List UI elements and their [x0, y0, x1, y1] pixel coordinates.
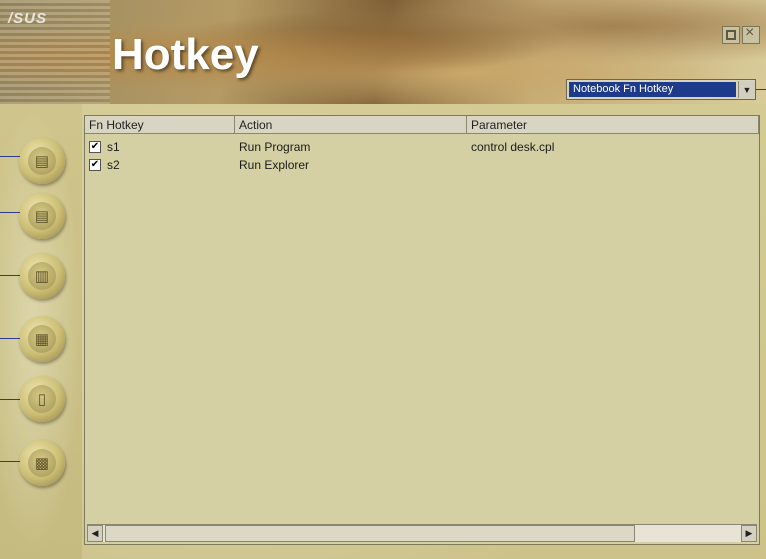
copy-hotkey-icon: ▥: [28, 262, 56, 290]
copy-hotkey-button[interactable]: ▥: [19, 253, 65, 299]
table-row[interactable]: ✔ s2 Run Explorer: [85, 156, 759, 174]
hotkey-list[interactable]: Fn Hotkey Action Parameter ✔ s1 Run Prog…: [84, 115, 760, 545]
hotkey-app-window: /SUS Hotkey Notebook Fn Hotkey ▼ ▤ ▤ ▥ ▦…: [0, 0, 766, 559]
dropdown-arrow-icon[interactable]: ▼: [738, 81, 755, 98]
close-button[interactable]: [742, 24, 760, 44]
display-button[interactable]: ▩: [19, 440, 65, 486]
row-checkbox[interactable]: ✔: [89, 141, 101, 153]
hotkey-mode-value: Notebook Fn Hotkey: [569, 82, 736, 97]
column-header-fn-hotkey[interactable]: Fn Hotkey: [85, 116, 235, 134]
device-icon: ▯: [28, 385, 56, 413]
hotkey-mode-select[interactable]: Notebook Fn Hotkey ▼: [566, 79, 756, 100]
callout-line: [0, 156, 20, 157]
parameter-cell: control desk.cpl: [471, 140, 555, 154]
minimize-button[interactable]: [722, 26, 740, 44]
row-checkbox[interactable]: ✔: [89, 159, 101, 171]
settings-icon: ▦: [28, 325, 56, 353]
callout-line: [0, 212, 20, 213]
scroll-right-icon[interactable]: ▶: [741, 525, 757, 542]
hotkey-cell: s1: [107, 140, 120, 154]
action-cell: Run Explorer: [239, 158, 310, 172]
scroll-thumb[interactable]: [105, 525, 635, 542]
edit-hotkey-icon: ▤: [28, 202, 56, 230]
add-hotkey-button[interactable]: ▤: [19, 138, 65, 184]
hotkey-cell: s2: [107, 158, 120, 172]
column-header-action[interactable]: Action: [235, 116, 467, 134]
horizontal-scrollbar[interactable]: ◀ ▶: [87, 524, 757, 542]
callout-line: [756, 89, 766, 90]
edit-hotkey-button[interactable]: ▤: [19, 193, 65, 239]
display-icon: ▩: [28, 449, 56, 477]
settings-button[interactable]: ▦: [19, 316, 65, 362]
column-header-parameter[interactable]: Parameter: [467, 116, 759, 134]
callout-line: [0, 338, 20, 339]
device-button[interactable]: ▯: [19, 376, 65, 422]
scroll-left-icon[interactable]: ◀: [87, 525, 103, 542]
callout-line: [0, 275, 20, 276]
callout-line: [0, 399, 20, 400]
callout-line: [0, 461, 20, 462]
asus-logo: /SUS: [8, 10, 48, 27]
table-row[interactable]: ✔ s1 Run Program control desk.cpl: [85, 138, 759, 156]
window-controls: [720, 24, 760, 49]
add-hotkey-icon: ▤: [28, 147, 56, 175]
app-title: Hotkey: [112, 30, 259, 79]
action-cell: Run Program: [239, 140, 311, 154]
